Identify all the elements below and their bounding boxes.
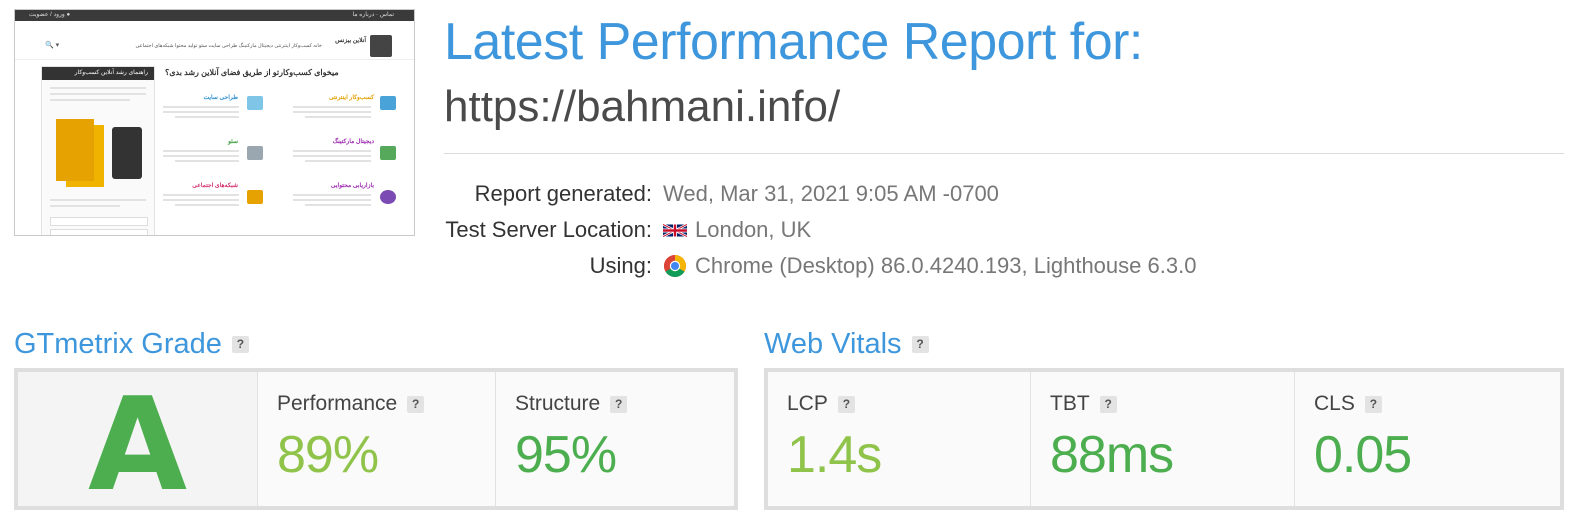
section-title-text: Web Vitals bbox=[764, 328, 902, 360]
help-icon[interactable]: ? bbox=[407, 395, 425, 413]
meta-label: Using: bbox=[589, 253, 652, 278]
thumbnail-topbar: ● ورود / عضویت تماس · درباره ما bbox=[15, 10, 414, 21]
meta-using: Using: Chrome (Desktop) 86.0.4240.193, L… bbox=[444, 248, 1344, 284]
structure-score-cell: Structure ? 95% bbox=[496, 372, 734, 506]
gtmetrix-grade-section-title: GTmetrix Grade ? bbox=[14, 328, 249, 361]
web-vitals-section-title: Web Vitals ? bbox=[764, 328, 929, 361]
metric-label: Performance bbox=[277, 392, 398, 415]
structure-score-value: 95% bbox=[515, 426, 617, 484]
lcp-value: 1.4s bbox=[787, 426, 882, 484]
metric-label: LCP bbox=[787, 392, 828, 415]
thumbnail-logo-photo bbox=[370, 35, 392, 57]
report-title: Latest Performance Report for: bbox=[444, 13, 1143, 71]
lcp-cell: LCP ? 1.4s bbox=[768, 372, 1031, 506]
thumbnail-email-field bbox=[50, 229, 148, 235]
meta-server-location: Test Server Location: London, UK bbox=[444, 212, 1344, 248]
performance-score-cell: Performance ? 89% bbox=[258, 372, 496, 506]
thumbnail-card-title: سئو bbox=[228, 139, 238, 145]
gtmetrix-grade-panel: A Performance ? 89% Structure ? 95% bbox=[14, 368, 738, 512]
tbt-cell: TBT ? 88ms bbox=[1031, 372, 1295, 506]
section-title-text: GTmetrix Grade bbox=[14, 328, 222, 360]
thumbnail-author-image bbox=[112, 127, 142, 179]
thumbnail-card-title: کسب‌وکار اینترنتی bbox=[329, 95, 374, 101]
meta-value: Chrome (Desktop) 86.0.4240.193, Lighthou… bbox=[695, 253, 1197, 278]
meta-label: Test Server Location: bbox=[445, 217, 652, 242]
thumbnail-card-title: دیجیتال مارکتینگ bbox=[332, 139, 374, 145]
meta-value: Wed, Mar 31, 2021 9:05 AM -0700 bbox=[663, 181, 999, 206]
thumbnail-card-icon bbox=[380, 146, 396, 160]
help-icon[interactable]: ? bbox=[837, 395, 855, 413]
report-meta: Report generated: Wed, Mar 31, 2021 9:05… bbox=[444, 176, 1344, 284]
thumbnail-card-icon bbox=[247, 96, 263, 110]
cls-cell: CLS ? 0.05 bbox=[1295, 372, 1560, 506]
thumbnail-sidebar: راهنمای رشد آنلاین کسب‌وکار bbox=[41, 66, 155, 235]
help-icon[interactable]: ? bbox=[231, 336, 249, 353]
grade-letter-cell: A bbox=[18, 372, 258, 512]
thumbnail-headline: میخوای کسب‌وکارتو از طریق فضای آنلاین رش… bbox=[165, 68, 339, 77]
help-icon[interactable]: ? bbox=[610, 395, 628, 413]
thumbnail-nav-items: خانه کسب‌وکار اینترنتی دیجیتال مارکتینگ … bbox=[135, 43, 322, 49]
grade-letter: A bbox=[87, 371, 188, 520]
web-vitals-panel: LCP ? 1.4s TBT ? 88ms CLS ? 0.05 bbox=[764, 368, 1564, 510]
meta-value: London, UK bbox=[695, 217, 812, 242]
thumbnail-name-field bbox=[50, 217, 148, 226]
chrome-icon bbox=[664, 255, 686, 277]
thumbnail-card-title: شبکه‌های اجتماعی bbox=[192, 183, 238, 189]
thumbnail-card-icon bbox=[247, 146, 263, 160]
thumbnail-card-title: طراحی سایت bbox=[203, 95, 238, 101]
tbt-value: 88ms bbox=[1050, 426, 1174, 484]
thumbnail-sidebar-title: راهنمای رشد آنلاین کسب‌وکار bbox=[42, 67, 154, 80]
thumbnail-search-icon: 🔍 ▾ bbox=[45, 42, 60, 49]
thumbnail-card-icon bbox=[380, 96, 396, 110]
metric-label: TBT bbox=[1050, 392, 1090, 415]
meta-report-generated: Report generated: Wed, Mar 31, 2021 9:05… bbox=[444, 176, 1344, 212]
help-icon[interactable]: ? bbox=[1099, 395, 1117, 413]
thumbnail-navbar: 🔍 ▾ خانه کسب‌وکار اینترنتی دیجیتال مارکت… bbox=[15, 21, 414, 60]
thumbnail-ebook-image bbox=[56, 119, 94, 181]
header-divider bbox=[444, 153, 1564, 154]
cls-value: 0.05 bbox=[1314, 426, 1412, 484]
website-screenshot-thumbnail: ● ورود / عضویت تماس · درباره ما 🔍 ▾ خانه… bbox=[14, 9, 415, 236]
help-icon[interactable]: ? bbox=[911, 336, 929, 353]
meta-label: Report generated: bbox=[474, 181, 652, 206]
thumbnail-logo-text: آنلاین بیزنس bbox=[335, 38, 366, 44]
metric-label: Structure bbox=[515, 392, 601, 415]
performance-score-value: 89% bbox=[277, 426, 379, 484]
thumbnail-card-icon bbox=[380, 190, 396, 204]
thumbnail-card-title: بازاریابی محتوایی bbox=[330, 183, 374, 189]
uk-flag-icon bbox=[663, 222, 687, 238]
report-url[interactable]: https://bahmani.info/ bbox=[444, 82, 840, 132]
help-icon[interactable]: ? bbox=[1364, 395, 1382, 413]
metric-label: CLS bbox=[1314, 392, 1355, 415]
thumbnail-card-icon bbox=[247, 190, 263, 204]
